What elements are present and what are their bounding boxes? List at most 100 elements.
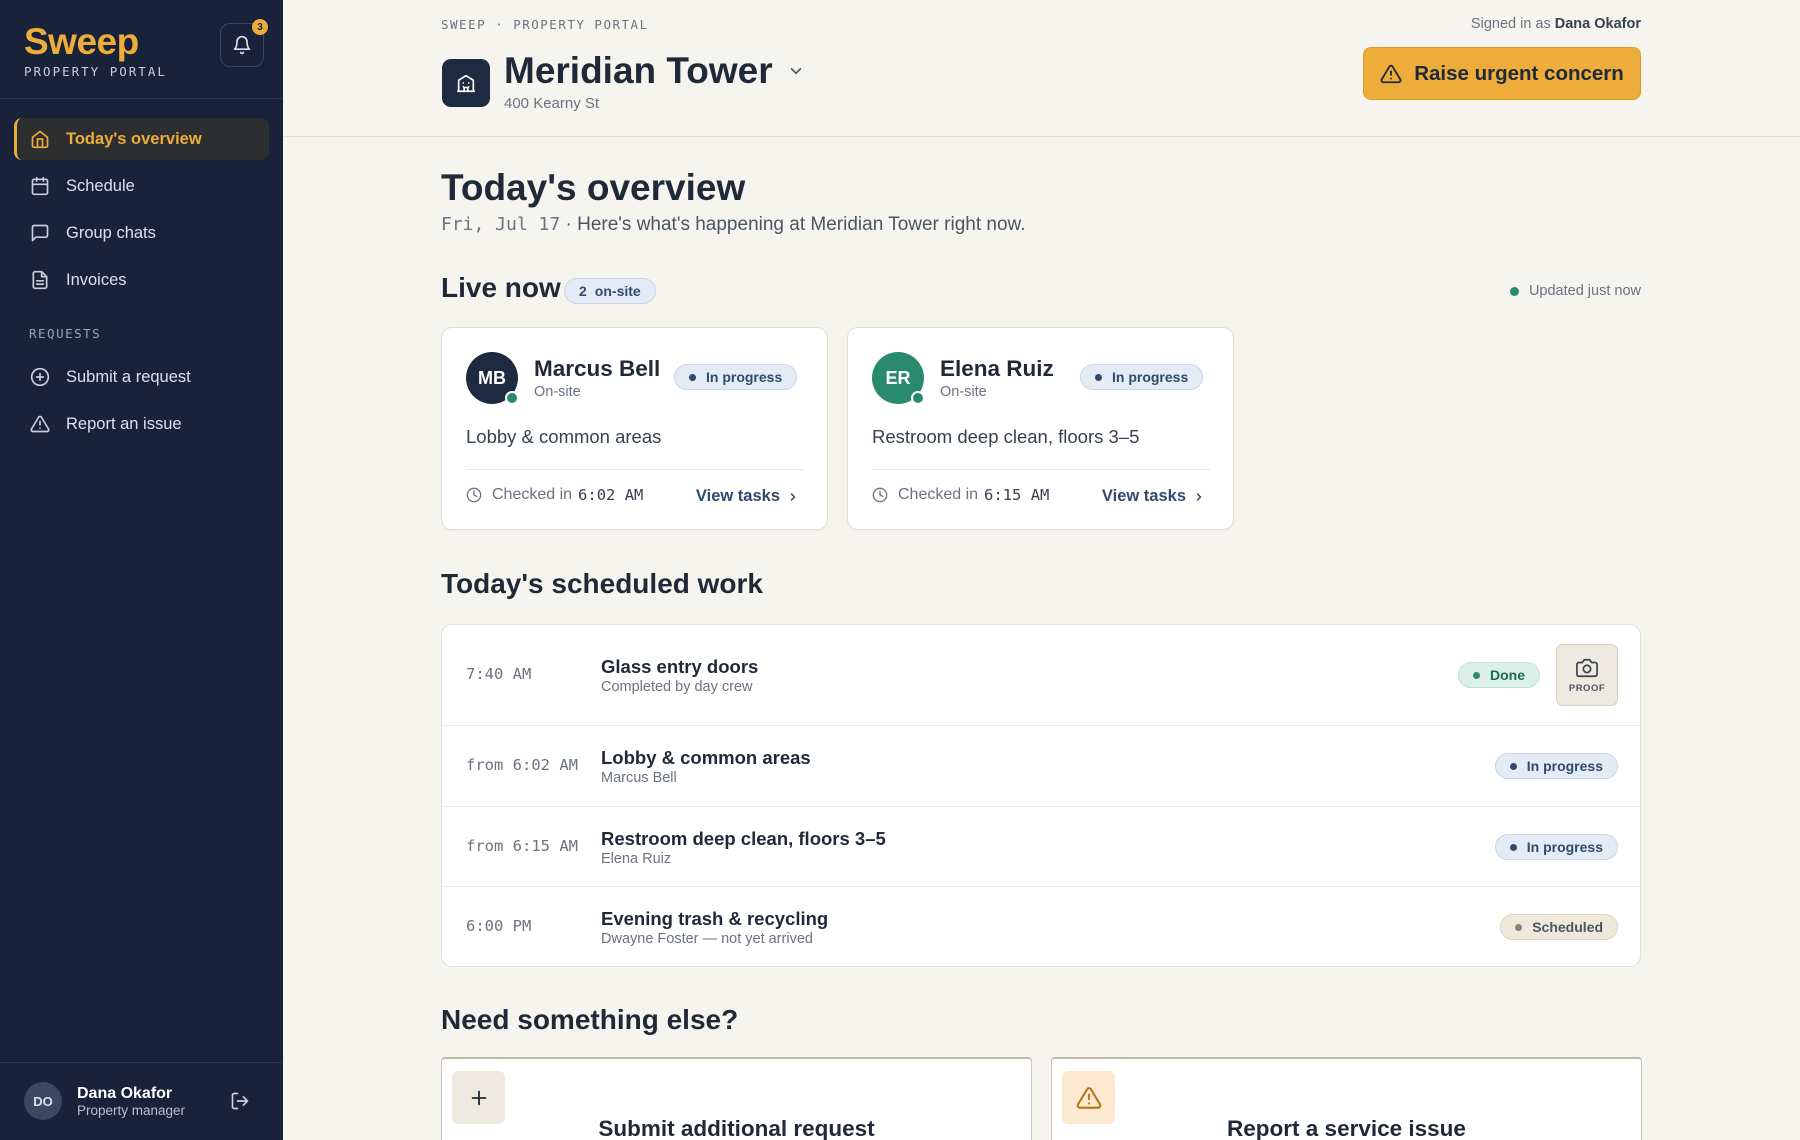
brand-subtitle: PROPERTY PORTAL <box>24 64 167 79</box>
sidebar-item-schedule[interactable]: Schedule <box>14 165 269 207</box>
chevron-right-icon <box>1196 492 1202 501</box>
chevron-right-icon <box>790 492 796 501</box>
task-time: 7:40 AM <box>466 665 532 683</box>
need-something-else-heading: Need something else? <box>441 1004 739 1035</box>
status-dot <box>1509 843 1517 851</box>
submit-additional-request-card[interactable]: Submit additional request <box>441 1057 1032 1140</box>
task-title: Restroom deep clean, floors 3–5 <box>601 828 886 849</box>
presence-dot <box>911 391 925 405</box>
proof-photo-button[interactable]: PROOF <box>1556 644 1618 706</box>
building-address: 400 Kearny St <box>504 95 600 112</box>
task-time: 6:00 PM <box>466 917 532 935</box>
raise-urgent-concern-button[interactable]: Raise urgent concern <box>1363 47 1641 100</box>
sidebar-item-label: Submit a request <box>66 367 191 386</box>
card-divider <box>466 469 804 470</box>
warning-icon <box>1380 64 1402 83</box>
chat-icon <box>31 224 49 242</box>
sidebar-footer-divider <box>0 1062 283 1063</box>
avatar: MB <box>466 352 519 405</box>
status-badge: Scheduled <box>1500 914 1618 940</box>
scheduled-work-list: 7:40 AM Glass entry doors Completed by d… <box>441 624 1641 967</box>
updated-status: Updated just now <box>1509 283 1641 299</box>
plus-icon <box>471 1090 486 1105</box>
cleaner-task: Restroom deep clean, floors 3–5 <box>872 426 1140 447</box>
sidebar-item-submit-request[interactable]: Submit a request <box>14 356 269 398</box>
task-time: from 6:15 AM <box>466 837 578 855</box>
task-title: Lobby & common areas <box>601 747 811 768</box>
task-subtitle: Dwayne Foster — not yet arrived <box>601 931 813 947</box>
proof-label: PROOF <box>1568 682 1606 694</box>
breadcrumb: SWEEP · PROPERTY PORTAL <box>441 17 649 32</box>
page-header: SWEEP · PROPERTY PORTAL Signed in as Dan… <box>283 0 1800 137</box>
status-label: In progress <box>1526 758 1603 774</box>
brand-name: Sweep <box>24 21 139 62</box>
live-cleaner-card: MB Marcus Bell On-site In progress Lobby… <box>441 327 828 530</box>
task-subtitle: Marcus Bell <box>601 770 677 786</box>
warning-icon <box>30 415 50 433</box>
building-icon-box <box>442 59 490 107</box>
cleaner-state: On-site <box>534 384 581 400</box>
brand-logo[interactable]: Sweep PROPERTY PORTAL <box>24 21 167 80</box>
on-site-count: 2 <box>579 283 587 299</box>
home-icon <box>31 130 49 149</box>
avatar: DO <box>24 1082 62 1120</box>
logout-icon <box>231 1092 249 1110</box>
list-item[interactable]: 6:00 PM Evening trash & recycling Dwayne… <box>442 887 1640 966</box>
logout-button[interactable] <box>230 1091 250 1111</box>
list-item[interactable]: from 6:02 AM Lobby & common areas Marcus… <box>442 726 1640 807</box>
notifications-button[interactable]: 3 <box>220 19 268 67</box>
camera-icon <box>1576 658 1598 677</box>
cleaner-name: Marcus Bell <box>534 356 661 381</box>
status-dot <box>689 373 696 381</box>
status-label: In progress <box>1526 839 1603 855</box>
view-tasks-link[interactable]: View tasks <box>1102 487 1205 506</box>
overview-date: Fri, Jul 17 <box>441 214 561 235</box>
page-subtitle: Fri, Jul 17 · Here's what's happening at… <box>441 214 1025 236</box>
live-now-heading: Live now <box>441 272 561 303</box>
avatar-initials: MB <box>478 367 506 388</box>
card-divider <box>872 469 1210 470</box>
overview-subtitle-text: · Here's what's happening at Meridian To… <box>560 214 1026 235</box>
check-in-time: 6:02 AM <box>578 486 644 504</box>
presence-dot <box>505 391 519 405</box>
task-title: Evening trash & recycling <box>601 908 829 929</box>
task-time: from 6:02 AM <box>466 756 578 774</box>
clock-icon <box>872 487 888 503</box>
task-subtitle: Completed by day crew <box>601 679 753 695</box>
check-in-info: Checked in 6:02 AM <box>466 486 643 504</box>
cleaner-state: On-site <box>940 384 987 400</box>
card-title: Submit additional request <box>598 1116 875 1140</box>
building-name: Meridian Tower <box>504 50 773 91</box>
sidebar-item-label: Schedule <box>66 176 135 195</box>
sidebar-item-label: Today's overview <box>66 129 202 148</box>
user-profile[interactable]: DO Dana Okafor Property manager <box>24 1082 185 1120</box>
notification-count-badge: 3 <box>252 19 268 35</box>
sidebar-item-todays-overview[interactable]: Today's overview <box>14 118 269 160</box>
status-badge: In progress <box>1494 753 1618 779</box>
user-name: Dana Okafor <box>77 1085 173 1102</box>
sidebar-item-invoices[interactable]: Invoices <box>14 259 269 301</box>
sidebar-item-group-chats[interactable]: Group chats <box>14 212 269 254</box>
live-indicator-dot <box>1509 286 1519 296</box>
check-in-label: Checked in <box>492 486 573 503</box>
sidebar-section-requests: REQUESTS <box>29 326 102 341</box>
calendar-icon <box>31 176 49 196</box>
list-item[interactable]: from 6:15 AM Restroom deep clean, floors… <box>442 807 1640 887</box>
status-dot <box>1509 762 1517 770</box>
list-item[interactable]: 7:40 AM Glass entry doors Completed by d… <box>442 625 1640 726</box>
user-role: Property manager <box>77 1103 186 1118</box>
view-tasks-link[interactable]: View tasks <box>696 487 799 506</box>
report-service-issue-card[interactable]: Report a service issue <box>1051 1057 1642 1140</box>
view-tasks-label: View tasks <box>1101 487 1186 505</box>
plus-circle-icon <box>30 367 50 387</box>
status-dot <box>1515 923 1523 931</box>
building-selector[interactable]: Meridian Tower <box>504 50 805 92</box>
on-site-count-badge: 2 on-site <box>564 278 656 304</box>
avatar: ER <box>872 352 925 405</box>
status-label: Scheduled <box>1532 919 1603 935</box>
check-in-info: Checked in 6:15 AM <box>872 486 1049 504</box>
task-subtitle: Elena Ruiz <box>601 851 672 867</box>
sidebar-item-label: Report an issue <box>66 414 182 433</box>
sidebar-item-report-issue[interactable]: Report an issue <box>14 403 269 445</box>
check-in-label: Checked in <box>898 486 979 503</box>
